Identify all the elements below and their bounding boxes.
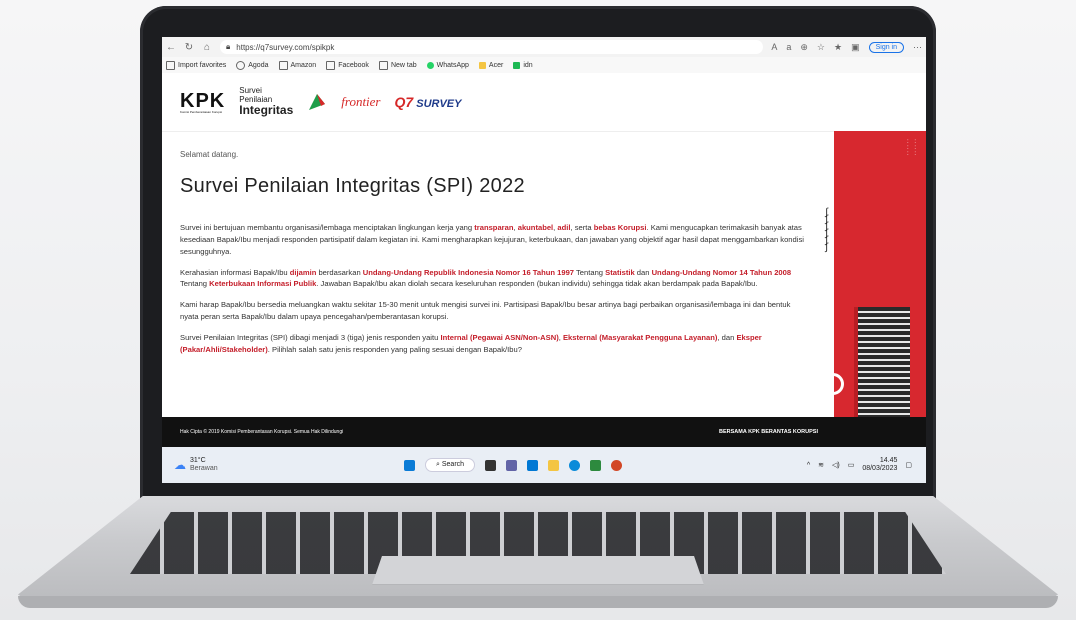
import-icon <box>166 60 175 70</box>
url-text: https://q7survey.com/spikpk <box>236 42 335 52</box>
page-footer: Hak Cipta © 2019 Komisi Pemberantasan Ko… <box>162 417 926 447</box>
system-tray: ^ ≋ ◁) ▭ 14.45 08/03/2023 ▢ <box>807 457 926 474</box>
main-content: Selamat datang. Survei Penilaian Integri… <box>180 149 810 364</box>
battery-icon[interactable]: ▭ <box>848 461 855 469</box>
welcome-text: Selamat datang. <box>180 150 239 159</box>
squiggle-decoration-icon: ∫ ∫ ∫ ∫ ∫ ∫ <box>825 207 828 253</box>
folder-icon <box>478 61 486 69</box>
page-icon <box>326 60 336 70</box>
more-icon[interactable]: ⋯ <box>913 42 922 53</box>
weather-widget[interactable]: ☁ 31°C Berawan <box>162 457 404 472</box>
page-title: Survei Penilaian Integritas (SPI) 2022 <box>180 175 525 198</box>
q7-survey-logo: Q7 SURVEY <box>394 94 462 110</box>
kpk-logo: KPK Komisi Pemberantasan Korupsi <box>180 89 226 114</box>
collections-icon[interactable]: ▣ <box>851 42 860 53</box>
spi-logo: Survei Penilaian Integritas <box>239 86 294 118</box>
decorative-red-panel: : :: :: : <box>822 131 926 417</box>
favorite-star-icon[interactable]: ☆ <box>817 42 825 53</box>
read-aloud-icon[interactable]: A <box>771 42 777 52</box>
teams-icon[interactable] <box>506 459 518 471</box>
laptop-touchpad <box>372 556 704 585</box>
paragraph-time: Kami harap Bapak/Ibu bersedia meluangkan… <box>180 300 791 321</box>
paragraph-purpose: Survei ini bertujuan membantu organisasi… <box>180 223 804 256</box>
volume-icon[interactable]: ◁) <box>832 461 840 469</box>
paragraph-respondents: Survei Penilaian Integritas (SPI) dibagi… <box>180 332 762 354</box>
footer-copyright: Hak Cipta © 2019 Komisi Pemberantasan Ko… <box>180 429 344 435</box>
back-icon[interactable]: ← <box>166 42 176 53</box>
browser-toolbar: ← ↻ ⌂ 🔒︎ https://q7survey.com/spikpk A a… <box>162 37 926 57</box>
ring-icon <box>822 373 844 395</box>
paragraph-confidentiality: Kerahasian informasi Bapak/Ibu dijamin b… <box>180 267 792 289</box>
favorite-idn[interactable]: idn <box>513 61 533 69</box>
favorite-agoda[interactable]: Agoda <box>236 60 269 70</box>
q7-mark-icon: Q7 <box>394 94 414 110</box>
windows-start-icon[interactable] <box>404 459 415 471</box>
toolbar-icons: A a ⊕ ☆ ★ ▣ Sign in ⋯ <box>771 41 922 53</box>
page-header: KPK Komisi Pemberantasan Korupsi Survei P… <box>162 73 926 132</box>
weather-temp: 31°C <box>190 457 206 465</box>
favorite-whatsapp[interactable]: WhatsApp <box>426 61 469 69</box>
spi-flag-icon <box>309 94 326 110</box>
refresh-icon[interactable]: ↻ <box>184 42 194 53</box>
agoda-icon <box>236 60 246 70</box>
kpk-building-image <box>854 307 910 417</box>
zoom-icon[interactable]: ⊕ <box>800 42 808 53</box>
search-icon: ⌕ <box>436 461 440 468</box>
favorites-bar: Import favorites Agoda Amazon Facebook N… <box>162 57 926 74</box>
home-icon[interactable]: ⌂ <box>202 42 212 53</box>
dots-pattern-icon: : :: :: : <box>906 139 918 157</box>
frontier-logo: frontier <box>341 94 381 109</box>
chevron-up-icon[interactable]: ^ <box>807 462 810 469</box>
taskbar-search[interactable]: ⌕ Search <box>425 458 476 472</box>
page-icon <box>278 60 288 70</box>
favorite-import[interactable]: Import favorites <box>166 60 226 70</box>
favorite-acer[interactable]: Acer <box>478 61 503 69</box>
edge-icon[interactable] <box>569 459 581 471</box>
tab-icon <box>378 60 388 70</box>
favorites-icon[interactable]: ★ <box>834 42 842 53</box>
clock[interactable]: 14.45 08/03/2023 <box>862 457 897 474</box>
powerpoint-icon[interactable] <box>611 459 623 471</box>
address-bar[interactable]: 🔒︎ https://q7survey.com/spikpk <box>220 40 764 54</box>
whatsapp-icon <box>426 61 434 69</box>
laptop-screen: ← ↻ ⌂ 🔒︎ https://q7survey.com/spikpk A a… <box>162 37 926 483</box>
translate-icon[interactable]: a <box>786 42 791 52</box>
footer-tagline: BERSAMA KPK BERANTAS KORUPSI <box>718 429 818 435</box>
notification-icon[interactable]: ▢ <box>905 461 912 469</box>
task-view-icon[interactable] <box>485 459 497 471</box>
wifi-icon[interactable]: ≋ <box>818 461 824 469</box>
favorite-amazon[interactable]: Amazon <box>278 60 316 70</box>
favorite-new-tab[interactable]: New tab <box>378 60 417 70</box>
taskbar-apps: ⌕ Search <box>404 458 807 472</box>
weather-condition: Berawan <box>190 465 218 472</box>
outlook-icon[interactable] <box>527 459 539 471</box>
sign-in-button[interactable]: Sign in <box>868 41 904 53</box>
favorite-facebook[interactable]: Facebook <box>326 60 369 70</box>
idn-icon <box>513 61 521 69</box>
survey-page: KPK Komisi Pemberantasan Korupsi Survei P… <box>162 73 926 417</box>
windows-taskbar: ☁ 31°C Berawan ⌕ Search ^ ≋ ◁) ▭ 14.45 08/… <box>162 447 926 483</box>
lock-icon: 🔒︎ <box>226 42 231 51</box>
store-icon[interactable] <box>590 459 602 471</box>
cloud-icon: ☁ <box>174 458 186 472</box>
laptop-front-edge <box>18 596 1058 608</box>
file-explorer-icon[interactable] <box>548 459 560 471</box>
